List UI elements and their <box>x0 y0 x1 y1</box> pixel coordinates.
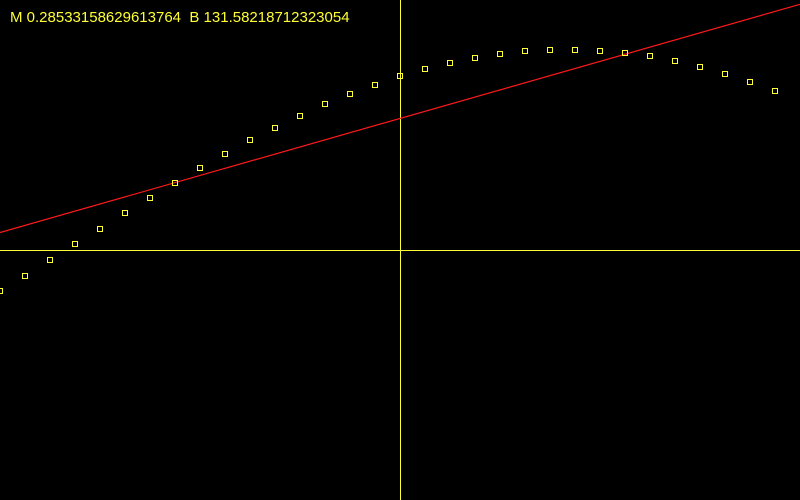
slope-label: M <box>10 9 23 26</box>
plot-canvas <box>0 0 800 500</box>
slope-value: 0.28533158629613764 <box>26 9 182 26</box>
intercept-label: B <box>189 9 200 26</box>
regression-readout: M 0.28533158629613764 B 131.582187123230… <box>10 10 350 26</box>
intercept-value: 131.58218712323054 <box>203 9 350 26</box>
